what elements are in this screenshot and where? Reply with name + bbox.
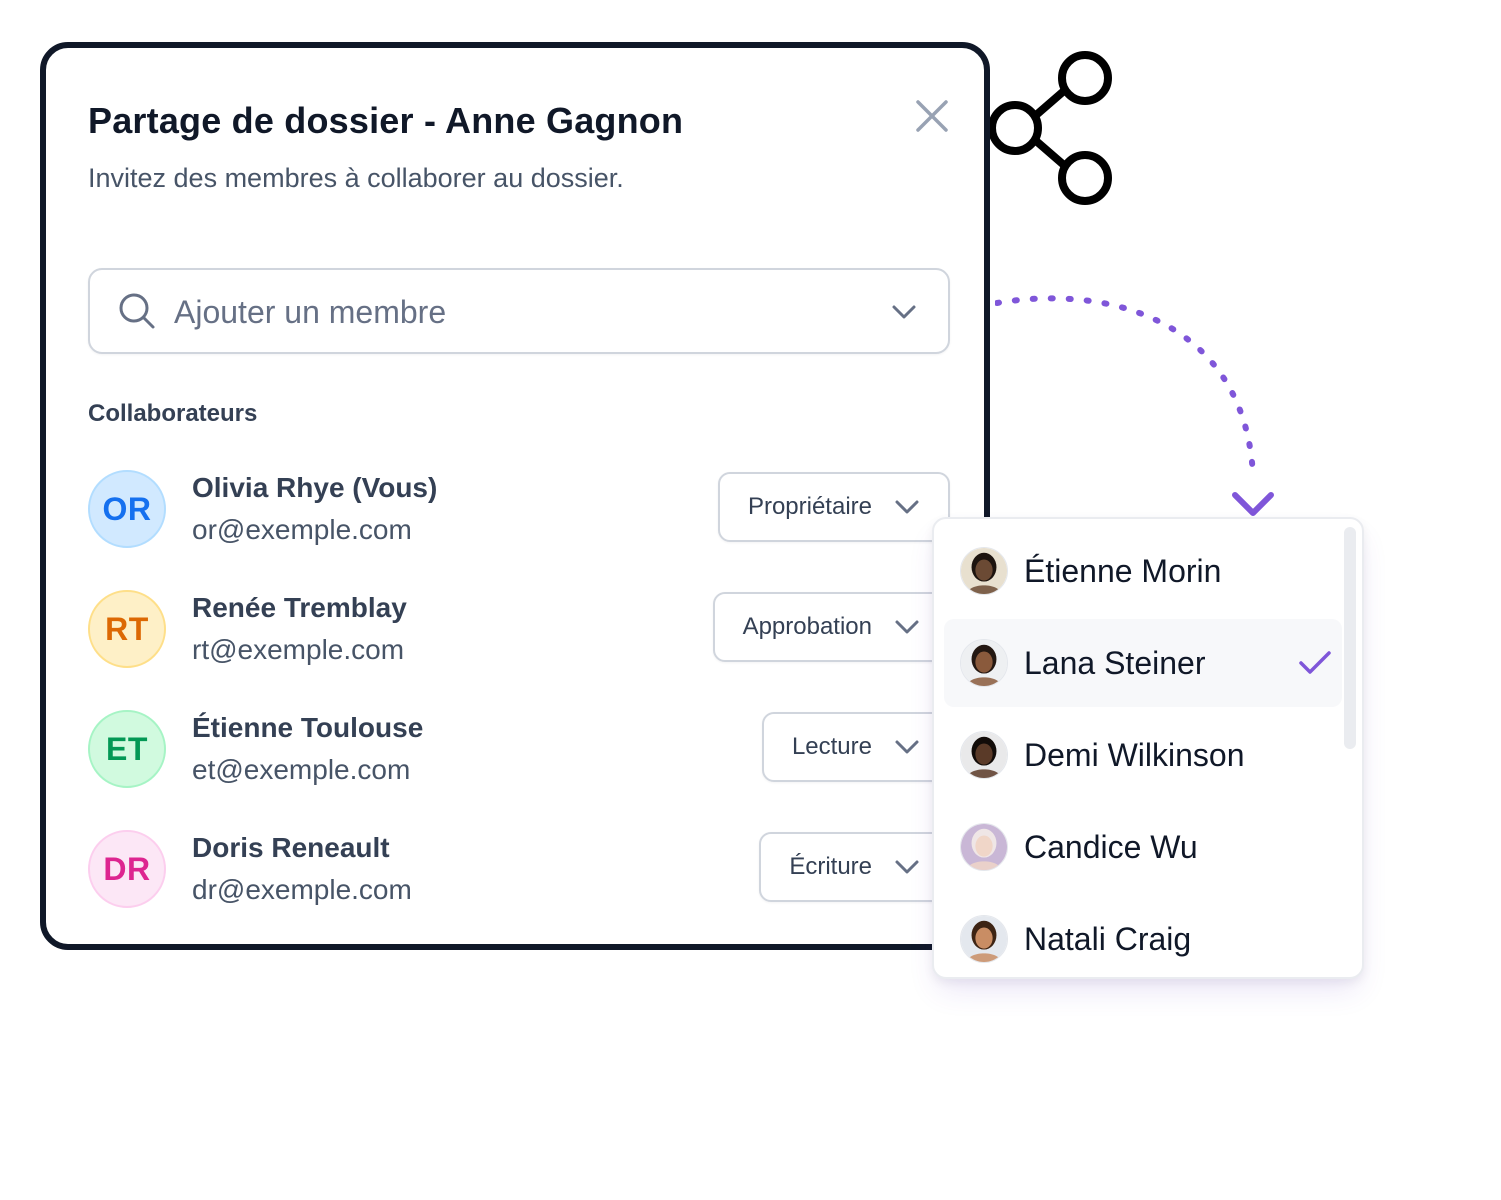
avatar (960, 823, 1008, 871)
stage: Partage de dossier - Anne Gagnon Invitez… (0, 0, 1501, 1200)
avatar (960, 915, 1008, 963)
search-icon (119, 293, 155, 329)
collaborator-row: ET Étienne Toulouse et@exemple.com Lecture (88, 710, 950, 794)
member-name: Natali Craig (1024, 921, 1192, 957)
modal-title: Partage de dossier - Anne Gagnon (88, 100, 684, 141)
collaborator-email: dr@exemple.com (192, 874, 412, 905)
chevron-down-icon (895, 620, 919, 634)
role-select[interactable]: Lecture (761, 712, 950, 782)
member-name: Demi Wilkinson (1024, 737, 1245, 773)
chevron-down-icon (895, 500, 919, 514)
role-select[interactable]: Propriétaire (717, 472, 950, 542)
avatar (960, 547, 1008, 595)
member-option[interactable]: Natali Craig (944, 895, 1342, 977)
collaborators-label: Collaborateurs (88, 400, 258, 427)
avatar (960, 731, 1008, 779)
avatar: RT (88, 590, 166, 668)
role-select[interactable]: Approbation (712, 592, 950, 662)
member-dropdown: Étienne Morin Lana Steiner Demi Wilkinson C… (932, 517, 1364, 979)
member-name: Étienne Morin (1024, 553, 1222, 589)
check-icon (1299, 651, 1331, 674)
member-name: Lana Steiner (1024, 645, 1206, 681)
role-label: Propriétaire (747, 493, 872, 520)
avatar: DR (88, 830, 166, 908)
collaborator-row: OR Olivia Rhye (Vous) or@exemple.com Propri… (88, 470, 950, 554)
avatar (960, 639, 1008, 687)
member-option[interactable]: Lana Steiner (944, 619, 1342, 707)
dropdown-scrollbar[interactable] (1344, 527, 1356, 749)
share-folder-modal: Partage de dossier - Anne Gagnon Invitez… (40, 42, 990, 950)
close-icon[interactable] (910, 94, 954, 138)
member-option[interactable]: Demi Wilkinson (944, 711, 1342, 799)
add-member-select[interactable] (88, 268, 950, 354)
collaborator-row: RT Renée Tremblay rt@exemple.com Approbatio… (88, 590, 950, 674)
chevron-down-icon (895, 860, 919, 874)
collaborator-name: Étienne Toulouse (192, 712, 424, 743)
collaborator-name: Olivia Rhye (Vous) (192, 472, 438, 503)
collaborator-name: Doris Reneault (192, 832, 390, 863)
member-option[interactable]: Étienne Morin (944, 527, 1342, 615)
chevron-down-icon[interactable] (890, 300, 918, 324)
role-label: Écriture (789, 853, 872, 880)
role-select[interactable]: Écriture (759, 832, 950, 902)
chevron-down-icon (895, 740, 919, 754)
add-member-input[interactable] (172, 284, 856, 340)
dashed-arrow-icon (995, 295, 1274, 516)
modal-subtitle: Invitez des membres à collaborer au doss… (88, 163, 624, 193)
collaborator-email: et@exemple.com (192, 754, 411, 785)
avatar: ET (88, 710, 166, 788)
role-label: Approbation (742, 613, 872, 640)
collaborator-email: or@exemple.com (192, 514, 412, 545)
member-name: Candice Wu (1024, 829, 1198, 865)
collaborator-email: rt@exemple.com (192, 634, 405, 665)
collaborator-row: DR Doris Reneault dr@exemple.com Écriture (88, 830, 950, 914)
member-option[interactable]: Candice Wu (944, 803, 1342, 891)
avatar: OR (88, 470, 166, 548)
collaborator-name: Renée Tremblay (192, 592, 407, 623)
role-label: Lecture (791, 733, 872, 760)
